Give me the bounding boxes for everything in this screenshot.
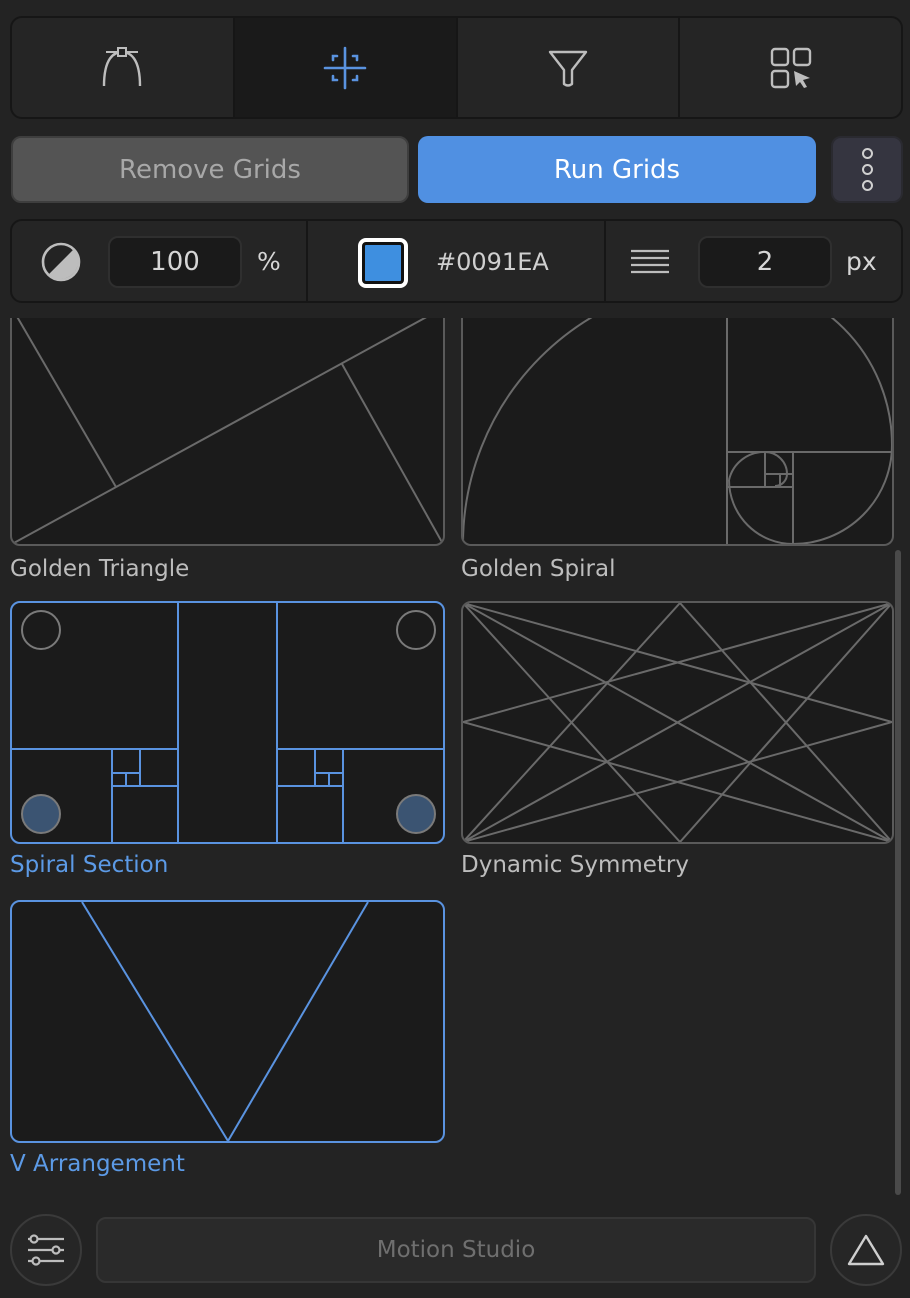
golden-triangle-thumbnail: [10, 318, 445, 546]
scrollbar[interactable]: [895, 550, 901, 1195]
opacity-value: 100: [150, 247, 200, 277]
v-arrangement-thumbnail: [10, 900, 445, 1143]
run-grids-label: Run Grids: [553, 154, 681, 185]
line-width-section: 2 px: [606, 221, 901, 301]
settings-button[interactable]: [10, 1214, 82, 1286]
sliders-icon: [28, 1234, 64, 1266]
opacity-section: 100 %: [12, 221, 308, 301]
opacity-unit: %: [257, 247, 281, 276]
grid-label: Spiral Section: [10, 852, 169, 878]
remove-grids-label: Remove Grids: [119, 154, 301, 185]
more-options-button[interactable]: [831, 136, 903, 203]
spiral-section-thumbnail: [10, 601, 445, 844]
grid-settings-bar: 100 % #0091EA 2 px: [10, 219, 903, 303]
opacity-input[interactable]: 100: [108, 236, 242, 288]
bezier-curve-icon: [103, 46, 142, 86]
line-width-unit: px: [846, 247, 877, 276]
line-weight-icon: [631, 249, 669, 274]
tab-bezier[interactable]: [12, 18, 235, 117]
color-section: #0091EA: [308, 221, 606, 301]
opacity-icon: [41, 242, 81, 282]
color-hex-value[interactable]: #0091EA: [436, 248, 549, 276]
funnel-icon: [548, 50, 588, 87]
grid-label: Golden Spiral: [461, 556, 616, 582]
line-width-value: 2: [756, 247, 774, 277]
color-swatch[interactable]: [358, 238, 408, 288]
triangle-button[interactable]: [830, 1214, 902, 1286]
grid-label: Dynamic Symmetry: [461, 852, 690, 878]
golden-spiral-thumbnail: [461, 318, 894, 546]
motion-studio-label: Motion Studio: [376, 1237, 536, 1263]
more-vertical-icon: [861, 148, 873, 191]
widgets-cursor-icon: [770, 47, 811, 88]
tab-filter[interactable]: [458, 18, 681, 117]
tab-widgets[interactable]: [680, 18, 901, 117]
motion-studio-button[interactable]: Motion Studio: [96, 1217, 816, 1283]
dynamic-symmetry-thumbnail: [461, 601, 894, 844]
line-width-input[interactable]: 2: [698, 236, 832, 288]
tab-grids[interactable]: [234, 18, 458, 117]
grid-list: Golden Triangle Golden Spiral Spiral Sec…: [0, 318, 910, 1198]
grid-label: Golden Triangle: [10, 556, 190, 582]
triangle-icon: [847, 1234, 885, 1266]
grid-label: V Arrangement: [10, 1151, 185, 1177]
remove-grids-button[interactable]: Remove Grids: [11, 136, 409, 203]
grid-crosshair-icon: [323, 46, 367, 89]
run-grids-button[interactable]: Run Grids: [418, 136, 816, 203]
tool-tabs: [10, 16, 903, 119]
